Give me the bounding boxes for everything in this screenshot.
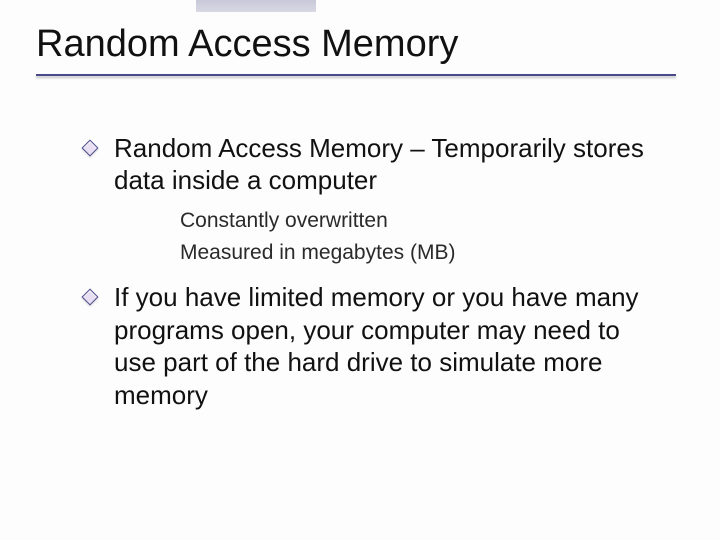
title-shadow-bar — [196, 0, 316, 12]
sub-bullet-group: Constantly overwritten Measured in megab… — [84, 207, 660, 268]
bullet-text: Random Access Memory – Temporarily store… — [114, 132, 660, 197]
slide-title: Random Access Memory — [36, 24, 684, 72]
title-block: Random Access Memory — [36, 24, 684, 76]
bullet-item: If you have limited memory or you have m… — [84, 281, 660, 411]
slide: Random Access Memory Random Access Memor… — [0, 0, 720, 540]
sub-bullet-text: Measured in megabytes (MB) — [180, 239, 455, 267]
content-area: Random Access Memory – Temporarily store… — [36, 132, 684, 412]
sub-bullet-item: Measured in megabytes (MB) — [152, 239, 660, 267]
sub-bullet-text: Constantly overwritten — [180, 207, 388, 235]
sub-bullet-item: Constantly overwritten — [152, 207, 660, 235]
diamond-bullet-icon — [84, 142, 106, 154]
bullet-item: Random Access Memory – Temporarily store… — [84, 132, 660, 197]
title-underline — [36, 74, 676, 76]
diamond-bullet-icon — [84, 291, 106, 303]
bullet-text: If you have limited memory or you have m… — [114, 281, 660, 411]
